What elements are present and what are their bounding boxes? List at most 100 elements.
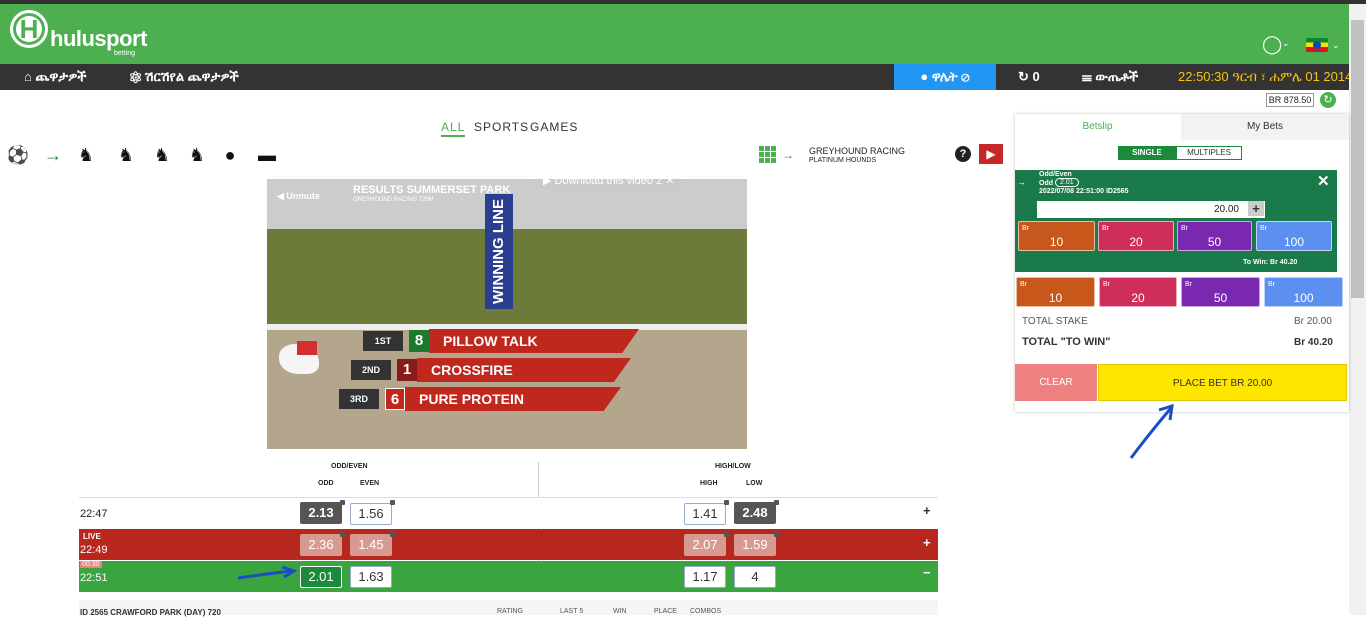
selection-market: Odd/Even: [1039, 171, 1072, 178]
quick-stake-50[interactable]: Br 50: [1181, 277, 1260, 307]
harness-racing-icon[interactable]: ♞: [108, 144, 144, 166]
high-button[interactable]: 1.17: [684, 566, 726, 588]
annotation-arrow: [237, 566, 298, 580]
list-icon: ☰: [1082, 69, 1092, 84]
placing-name: PURE PROTEIN: [405, 387, 621, 411]
tab-games[interactable]: GAMES: [530, 120, 578, 134]
annotation-arrow: [1129, 403, 1174, 459]
greyhound-icon[interactable]: →: [34, 144, 72, 166]
collapse-icon[interactable]: −: [923, 565, 931, 580]
tab-my-bets[interactable]: My Bets: [1181, 114, 1349, 140]
quick-stake-100[interactable]: Br 100: [1256, 221, 1332, 251]
grid-icon[interactable]: [759, 146, 776, 163]
close-icon[interactable]: ✕: [1317, 172, 1330, 190]
quick-stake-value: 20: [1131, 291, 1145, 305]
total-win-value: Br 40.20: [1294, 337, 1333, 348]
odd-button[interactable]: 2.36: [300, 534, 342, 556]
horse-racing-icon[interactable]: ♞: [74, 144, 98, 166]
selection-pick: Odd: [1039, 180, 1053, 187]
soccer-ball-icon[interactable]: ⚽: [6, 144, 30, 166]
row-time: 22:51: [80, 572, 108, 584]
placing-pos: 3RD: [339, 389, 379, 409]
placing-pos: 2ND: [351, 360, 391, 380]
close-icon[interactable]: ✕: [665, 179, 674, 187]
low-button[interactable]: 2.48: [734, 502, 776, 524]
high-button[interactable]: 1.41: [684, 503, 726, 525]
stake-input[interactable]: 20.00: [1037, 201, 1265, 218]
nav-home[interactable]: ⌂ ጨዋታዎች: [24, 64, 86, 90]
place-bet-button[interactable]: PLACE BET BR 20.00: [1098, 364, 1347, 401]
quick-stake-value: 50: [1207, 235, 1222, 249]
odd-button-selected[interactable]: 2.01: [300, 566, 342, 588]
high-button[interactable]: 2.07: [684, 534, 726, 556]
quick-stake-20[interactable]: Br 20: [1098, 221, 1174, 251]
trotting-icon[interactable]: ♞: [150, 144, 174, 166]
play-icon: ▶: [543, 179, 552, 187]
user-icon[interactable]: ◯: [1262, 34, 1282, 55]
total-stake-value: Br 20.00: [1294, 316, 1332, 327]
table-row: [79, 529, 938, 560]
quick-stake-10[interactable]: Br 10: [1018, 221, 1095, 251]
quick-stake-10[interactable]: Br 10: [1016, 277, 1095, 307]
greyhound-icon: →: [782, 148, 794, 162]
logo-text[interactable]: hulusport: [50, 26, 147, 52]
tennis-icon[interactable]: ●: [218, 144, 242, 166]
currency-label: Br: [1260, 225, 1267, 232]
expand-icon[interactable]: +: [923, 535, 931, 550]
even-button[interactable]: 1.56: [350, 503, 392, 525]
col-place: PLACE: [654, 608, 677, 615]
clear-button[interactable]: CLEAR: [1015, 364, 1097, 401]
currency-label: Br: [1181, 225, 1188, 232]
nav-featured[interactable]: ⚛ ሽርሽየል ጨዋታዎች: [130, 64, 239, 90]
download-label: Download this video: [554, 179, 653, 187]
even-button[interactable]: 1.63: [350, 566, 392, 588]
nav-wallet[interactable]: ● ዋሌት ⊘: [894, 64, 996, 90]
clock: 22:50:30 ዓርብ ፣ ሐምሌ 01 2014: [1178, 69, 1353, 84]
single-toggle[interactable]: SINGLE: [1118, 146, 1176, 160]
video-toggle-icon[interactable]: ▶: [979, 144, 1003, 164]
help-icon[interactable]: ?: [955, 146, 971, 162]
video-title: RESULTS SUMMERSET PARK: [353, 184, 511, 196]
low-button[interactable]: 1.59: [734, 534, 776, 556]
nav-history[interactable]: ↻ 0: [1018, 64, 1040, 90]
download-video-button[interactable]: ▶ Download this video 2 ✕: [535, 179, 683, 189]
quick-stake-100[interactable]: Br 100: [1264, 277, 1343, 307]
quick-stake-20[interactable]: Br 20: [1099, 277, 1177, 307]
video-subtitle: GREYHOUND RACING 720M: [353, 197, 434, 203]
currency-label: Br: [1268, 281, 1275, 288]
total-stake-label: TOTAL STAKE: [1022, 316, 1088, 327]
tab-sports[interactable]: SPORTS: [474, 120, 529, 134]
chevron-down-icon[interactable]: ⌄: [1332, 40, 1340, 51]
stake-increase-button[interactable]: +: [1248, 201, 1264, 216]
odd-button[interactable]: 2.13: [300, 502, 342, 524]
nav-results-label: ውጤቶች: [1095, 69, 1139, 84]
logo-icon[interactable]: H: [10, 10, 48, 48]
logo-subtitle: betting: [114, 50, 136, 57]
refresh-icon[interactable]: ↻: [1320, 92, 1336, 108]
chevron-down-icon[interactable]: ⌄: [1282, 38, 1290, 49]
race-video[interactable]: WINNING LINE ◀ Unmute RESULTS SUMMERSET …: [267, 179, 747, 449]
history-count: 0: [1032, 69, 1040, 84]
scrollbar-thumb[interactable]: [1351, 20, 1364, 298]
even-button[interactable]: 1.45: [350, 534, 392, 556]
lock-icon: [724, 532, 729, 537]
currency-label: Br: [1185, 281, 1192, 288]
nav-results[interactable]: ☰ ውጤቶች: [1082, 64, 1138, 90]
quick-stake-50[interactable]: Br 50: [1177, 221, 1252, 251]
market-odd-even: ODD/EVEN: [331, 463, 368, 470]
col-low: LOW: [746, 480, 763, 487]
row-time: 22:47: [80, 508, 108, 520]
placing-pos: 1ST: [363, 331, 403, 351]
low-button[interactable]: 4: [734, 566, 776, 588]
col-even: EVEN: [360, 480, 380, 487]
multiples-toggle[interactable]: MULTIPLES: [1176, 146, 1242, 160]
car-icon[interactable]: ▬: [246, 144, 288, 166]
table-row: [79, 498, 938, 528]
tab-all[interactable]: ALL: [441, 120, 466, 137]
expand-icon[interactable]: +: [923, 503, 931, 518]
showjump-icon[interactable]: ♞: [182, 144, 212, 166]
balance: BR 878.50: [1266, 93, 1314, 107]
lock-icon: [340, 532, 345, 537]
tab-betslip[interactable]: Betslip: [1015, 114, 1180, 140]
unmute-button[interactable]: ◀ Unmute: [277, 191, 320, 202]
